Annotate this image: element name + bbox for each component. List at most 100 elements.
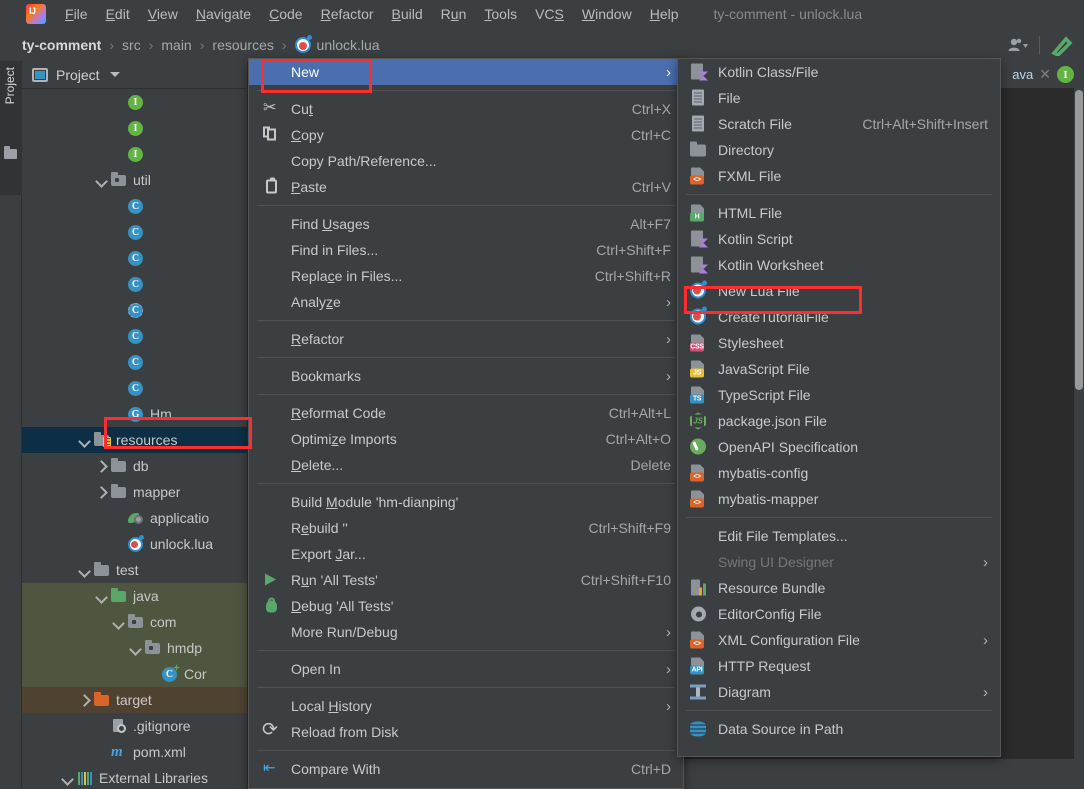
menu-vcs[interactable]: VCS <box>526 3 573 25</box>
context-menu-item-reload-from-disk[interactable]: Reload from Disk <box>249 719 683 745</box>
tree-node[interactable]: C <box>22 349 247 375</box>
tree-node[interactable]: C <box>22 193 247 219</box>
menu-run[interactable]: Run <box>432 3 476 25</box>
tree-node-target[interactable]: target <box>22 687 247 713</box>
tree-node[interactable]: C <box>22 375 247 401</box>
tree-node-com[interactable]: com <box>22 609 247 635</box>
breadcrumb-main[interactable]: main <box>161 37 191 53</box>
editor-scrollbar[interactable] <box>1074 88 1084 789</box>
new-submenu-item-http-request[interactable]: API HTTP Request <box>678 653 1000 679</box>
chevron-down-icon[interactable] <box>113 616 125 628</box>
tree-node-external-libraries[interactable]: External Libraries <box>22 765 247 789</box>
context-menu-item-open-in[interactable]: Open In › <box>249 656 683 682</box>
new-submenu-item-diagram[interactable]: Diagram › <box>678 679 1000 705</box>
chevron-down-icon[interactable] <box>79 434 91 446</box>
chevron-down-icon[interactable] <box>96 590 108 602</box>
context-menu-item-refactor[interactable]: Refactor › <box>249 326 683 352</box>
context-menu[interactable]: New › Cut Ctrl+X Copy Ctrl+C Copy Path/Referen… <box>248 58 684 789</box>
chevron-down-icon[interactable] <box>62 772 74 784</box>
context-menu-item-export-jar[interactable]: Export Jar... <box>249 541 683 567</box>
chevron-down-icon[interactable] <box>96 174 108 186</box>
new-submenu-item-typescript-file[interactable]: TS TypeScript File <box>678 382 1000 408</box>
new-submenu-item-file[interactable]: File <box>678 85 1000 111</box>
new-submenu-item-kotlin-class-file[interactable]: Kotlin Class/File <box>678 59 1000 85</box>
tree-node-unlock-lua[interactable]: unlock.lua <box>22 531 247 557</box>
context-menu-item-more-run-debug[interactable]: More Run/Debug › <box>249 619 683 645</box>
breadcrumb-resources[interactable]: resources <box>212 37 273 53</box>
tree-node[interactable]: C <box>22 245 247 271</box>
new-submenu-item-javascript-file[interactable]: JS JavaScript File <box>678 356 1000 382</box>
new-submenu-item-mybatis-config[interactable]: <> mybatis-config <box>678 460 1000 486</box>
menu-code[interactable]: Code <box>260 3 311 25</box>
menu-build[interactable]: Build <box>383 3 432 25</box>
new-submenu-item-openapi-specification[interactable]: OpenAPI Specification <box>678 434 1000 460</box>
chevron-right-icon[interactable] <box>96 460 108 472</box>
chevron-down-icon[interactable] <box>109 72 120 77</box>
new-submenu-item-mybatis-mapper[interactable]: <> mybatis-mapper <box>678 486 1000 512</box>
tree-node-hmdp[interactable]: hmdp <box>22 635 247 661</box>
context-menu-item-bookmarks[interactable]: Bookmarks › <box>249 363 683 389</box>
tree-node-util[interactable]: util <box>22 167 247 193</box>
menu-refactor[interactable]: Refactor <box>312 3 383 25</box>
breadcrumb-project[interactable]: ty-comment <box>22 37 101 53</box>
tree-node[interactable]: C <box>22 297 247 323</box>
new-submenu[interactable]: Kotlin Class/File File Scratch File Ctrl+Al… <box>677 58 1001 757</box>
new-submenu-item-kotlin-worksheet[interactable]: Kotlin Worksheet <box>678 252 1000 278</box>
chevron-right-icon[interactable] <box>79 694 91 706</box>
user-account-icon[interactable] <box>1007 36 1029 54</box>
new-submenu-item-package-json-file[interactable]: JS package.json File <box>678 408 1000 434</box>
menu-window[interactable]: Window <box>573 3 641 25</box>
context-menu-item-optimize-imports[interactable]: Optimize Imports Ctrl+Alt+O <box>249 426 683 452</box>
new-submenu-item-html-file[interactable]: H HTML File <box>678 200 1000 226</box>
scrollbar-thumb[interactable] <box>1075 90 1083 390</box>
tree-node[interactable]: I <box>22 115 247 141</box>
new-submenu-item-new-lua-file[interactable]: New Lua File <box>678 278 1000 304</box>
new-submenu-item-resource-bundle[interactable]: Resource Bundle <box>678 575 1000 601</box>
tree-node-applicatio[interactable]: applicatio <box>22 505 247 531</box>
chevron-down-icon[interactable] <box>130 642 142 654</box>
tree-node[interactable]: I <box>22 141 247 167</box>
chevron-down-icon[interactable] <box>79 564 91 576</box>
breadcrumb-file[interactable]: unlock.lua <box>317 37 380 53</box>
breadcrumb-src[interactable]: src <box>122 37 141 53</box>
context-menu-item-cut[interactable]: Cut Ctrl+X <box>249 96 683 122</box>
context-menu-item-delete[interactable]: Delete... Delete <box>249 452 683 478</box>
project-tool-button[interactable]: Project <box>0 61 22 195</box>
tree-node-db[interactable]: db <box>22 453 247 479</box>
tree-node-mapper[interactable]: mapper <box>22 479 247 505</box>
menu-file[interactable]: File <box>56 3 97 25</box>
new-submenu-item-stylesheet[interactable]: CSS Stylesheet <box>678 330 1000 356</box>
tree-node[interactable]: I <box>22 89 247 115</box>
tree-node[interactable]: C <box>22 271 247 297</box>
context-menu-item-new[interactable]: New › <box>249 59 683 85</box>
chevron-right-icon[interactable] <box>96 486 108 498</box>
menu-tools[interactable]: Tools <box>475 3 526 25</box>
new-submenu-item-kotlin-script[interactable]: Kotlin Script <box>678 226 1000 252</box>
menu-navigate[interactable]: Navigate <box>187 3 260 25</box>
menu-edit[interactable]: Edit <box>97 3 139 25</box>
context-menu-item-reformat-code[interactable]: Reformat Code Ctrl+Alt+L <box>249 400 683 426</box>
editor-tab[interactable]: ava ✕ I <box>1012 61 1074 88</box>
new-submenu-item-fxml-file[interactable]: <> FXML File <box>678 163 1000 189</box>
tree-node-cor[interactable]: C Cor <box>22 661 247 687</box>
new-submenu-item-xml-configuration-file[interactable]: <> XML Configuration File › <box>678 627 1000 653</box>
new-submenu-item-data-source-in-path[interactable]: Data Source in Path <box>678 716 1000 742</box>
new-submenu-item-directory[interactable]: Directory <box>678 137 1000 163</box>
context-menu-item-debug-all-tests[interactable]: Debug 'All Tests' <box>249 593 683 619</box>
tree-node-hm[interactable]: G Hm <box>22 401 247 427</box>
context-menu-item-find-in-files[interactable]: Find in Files... Ctrl+Shift+F <box>249 237 683 263</box>
new-submenu-item-createtutorialfile[interactable]: CreateTutorialFile <box>678 304 1000 330</box>
context-menu-item-copy-path-reference[interactable]: Copy Path/Reference... <box>249 148 683 174</box>
context-menu-item-paste[interactable]: Paste Ctrl+V <box>249 174 683 200</box>
context-menu-item-analyze[interactable]: Analyze › <box>249 289 683 315</box>
tree-node-pom-xml[interactable]: m pom.xml <box>22 739 247 765</box>
menu-help[interactable]: Help <box>641 3 688 25</box>
new-submenu-item-edit-file-templates[interactable]: Edit File Templates... <box>678 523 1000 549</box>
context-menu-item-find-usages[interactable]: Find Usages Alt+F7 <box>249 211 683 237</box>
tree-node[interactable]: C <box>22 219 247 245</box>
new-submenu-item-scratch-file[interactable]: Scratch File Ctrl+Alt+Shift+Insert <box>678 111 1000 137</box>
context-menu-item-replace-in-files[interactable]: Replace in Files... Ctrl+Shift+R <box>249 263 683 289</box>
project-tree[interactable]: I I Iutil C C C C C C C C G Hm resources db mapper appli… <box>22 89 247 789</box>
tree-node-java[interactable]: java <box>22 583 247 609</box>
new-submenu-item-editorconfig-file[interactable]: EditorConfig File <box>678 601 1000 627</box>
